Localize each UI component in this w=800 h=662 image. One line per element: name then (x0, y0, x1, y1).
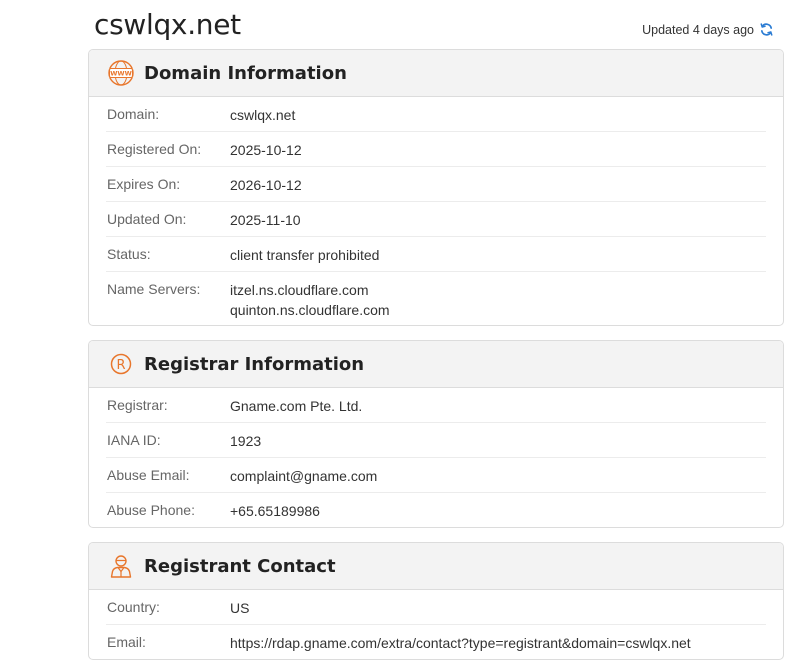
updated-status: Updated 4 days ago (642, 22, 774, 37)
domain-row: Domain: cswlqx.net (106, 97, 766, 132)
row-label: Updated On: (107, 211, 187, 227)
row-label: Domain: (107, 106, 160, 122)
refresh-icon[interactable] (759, 22, 774, 37)
name-server: quinton.ns.cloudflare.com (230, 302, 390, 318)
domain-information-title: Domain Information (144, 62, 347, 84)
domain-information-header: WWW Domain Information (89, 50, 783, 97)
row-value: cswlqx.net (230, 107, 296, 123)
row-value: itzel.ns.cloudflare.com quinton.ns.cloud… (230, 280, 390, 320)
country-row: Country: US (106, 590, 766, 625)
registrant-contact-header: Registrant Contact (89, 543, 783, 590)
row-label: Registered On: (107, 141, 202, 157)
email-row: Email: https://rdap.gname.com/extra/cont… (106, 625, 766, 659)
expires-on-row: Expires On: 2026-10-12 (106, 167, 766, 202)
registrant-email-link[interactable]: https://rdap.gname.com/extra/contact?typ… (230, 633, 691, 659)
svg-text:R: R (116, 358, 125, 373)
row-value: 2026-10-12 (230, 177, 302, 193)
registrar-information-card: R Registrar Information Registrar: Gname… (88, 340, 784, 528)
registrant-contact-title: Registrant Contact (144, 555, 336, 577)
row-value: Gname.com Pte. Ltd. (230, 398, 363, 414)
registrar-information-header: R Registrar Information (89, 341, 783, 388)
row-label: Email: (107, 634, 146, 650)
row-value: +65.65189986 (230, 503, 320, 519)
registrar-row: Registrar: Gname.com Pte. Ltd. (106, 388, 766, 423)
row-value: 2025-10-12 (230, 142, 302, 158)
updated-text: Updated 4 days ago (642, 22, 754, 37)
status-row: Status: client transfer prohibited (106, 237, 766, 272)
name-servers-row: Name Servers: itzel.ns.cloudflare.com qu… (106, 272, 766, 320)
page-header: cswlqx.net Updated 4 days ago (0, 0, 800, 46)
updated-on-row: Updated On: 2025-11-10 (106, 202, 766, 237)
row-value: 1923 (230, 433, 262, 449)
row-value: client transfer prohibited (230, 247, 380, 263)
domain-information-card: WWW Domain Information Domain: cswlqx.ne… (88, 49, 784, 326)
svg-text:WWW: WWW (110, 70, 132, 78)
www-icon: WWW (107, 59, 135, 87)
row-label: Abuse Email: (107, 467, 190, 483)
row-value: US (230, 600, 250, 616)
registrant-contact-card: Registrant Contact Country: US Email: ht… (88, 542, 784, 660)
iana-id-row: IANA ID: 1923 (106, 423, 766, 458)
row-label: Abuse Phone: (107, 502, 195, 518)
row-label: Name Servers: (107, 281, 201, 297)
page-title: cswlqx.net (94, 8, 241, 41)
registered-on-row: Registered On: 2025-10-12 (106, 132, 766, 167)
name-server: itzel.ns.cloudflare.com (230, 282, 369, 298)
row-value: complaint@gname.com (230, 468, 378, 484)
row-label: Status: (107, 246, 151, 262)
registrar-information-title: Registrar Information (144, 353, 365, 375)
abuse-email-row: Abuse Email: complaint@gname.com (106, 458, 766, 493)
row-value: 2025-11-10 (230, 212, 301, 228)
registered-icon: R (107, 350, 135, 378)
row-label: Expires On: (107, 176, 181, 192)
row-label: Country: (107, 599, 160, 615)
row-label: Registrar: (107, 397, 168, 413)
abuse-phone-row: Abuse Phone: +65.65189986 (106, 493, 766, 527)
person-icon (107, 552, 135, 580)
row-label: IANA ID: (107, 432, 161, 448)
